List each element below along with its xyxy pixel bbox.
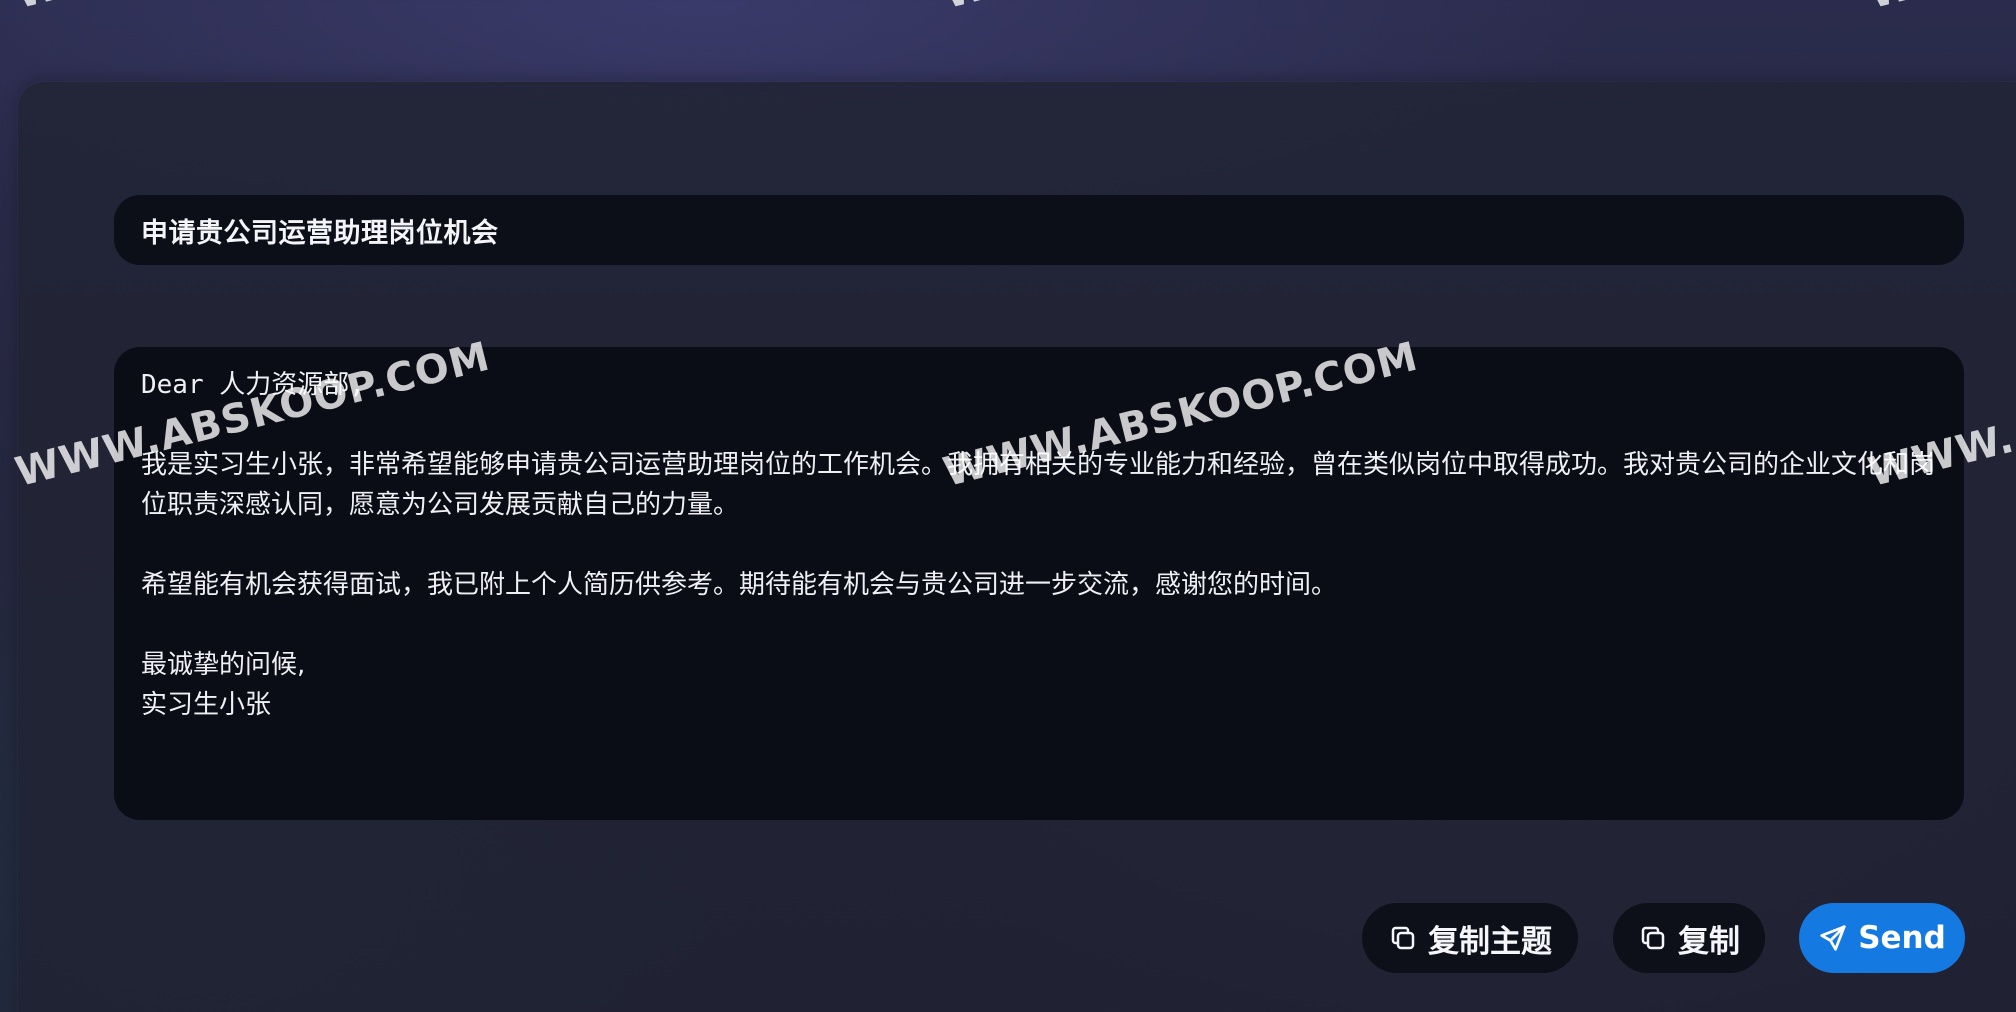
watermark: WWW. [939, 0, 1094, 18]
email-paragraph-2: 希望能有机会获得面试，我已附上个人简历供参考。期待能有机会与贵公司进一步交流，感… [141, 570, 1338, 600]
copy-button[interactable]: 复制 [1613, 903, 1765, 973]
email-closing: 最诚挚的问候, [141, 650, 306, 680]
subject-field[interactable]: 申请贵公司运营助理岗位机会 [114, 195, 1964, 265]
copy-icon [1388, 923, 1418, 953]
send-label: Send [1858, 920, 1946, 956]
subject-text: 申请贵公司运营助理岗位机会 [141, 217, 499, 249]
copy-subject-label: 复制主题 [1428, 923, 1552, 960]
send-icon [1818, 923, 1848, 953]
email-body-field[interactable]: Dear 人力资源部, 我是实习生小张，非常希望能够申请贵公司运营助理岗位的工作… [114, 347, 1964, 820]
watermark: WWW. [11, 0, 166, 18]
send-button[interactable]: Send [1799, 903, 1965, 973]
copy-subject-button[interactable]: 复制主题 [1362, 903, 1578, 973]
copy-label: 复制 [1678, 923, 1740, 960]
watermark: WWW. [1864, 0, 2016, 18]
email-greeting: Dear 人力资源部, [141, 370, 365, 400]
email-paragraph-1: 我是实习生小张，非常希望能够申请贵公司运营助理岗位的工作机会。我拥有相关的专业能… [141, 450, 1936, 520]
copy-icon [1638, 923, 1668, 953]
email-signature: 实习生小张 [141, 690, 272, 720]
